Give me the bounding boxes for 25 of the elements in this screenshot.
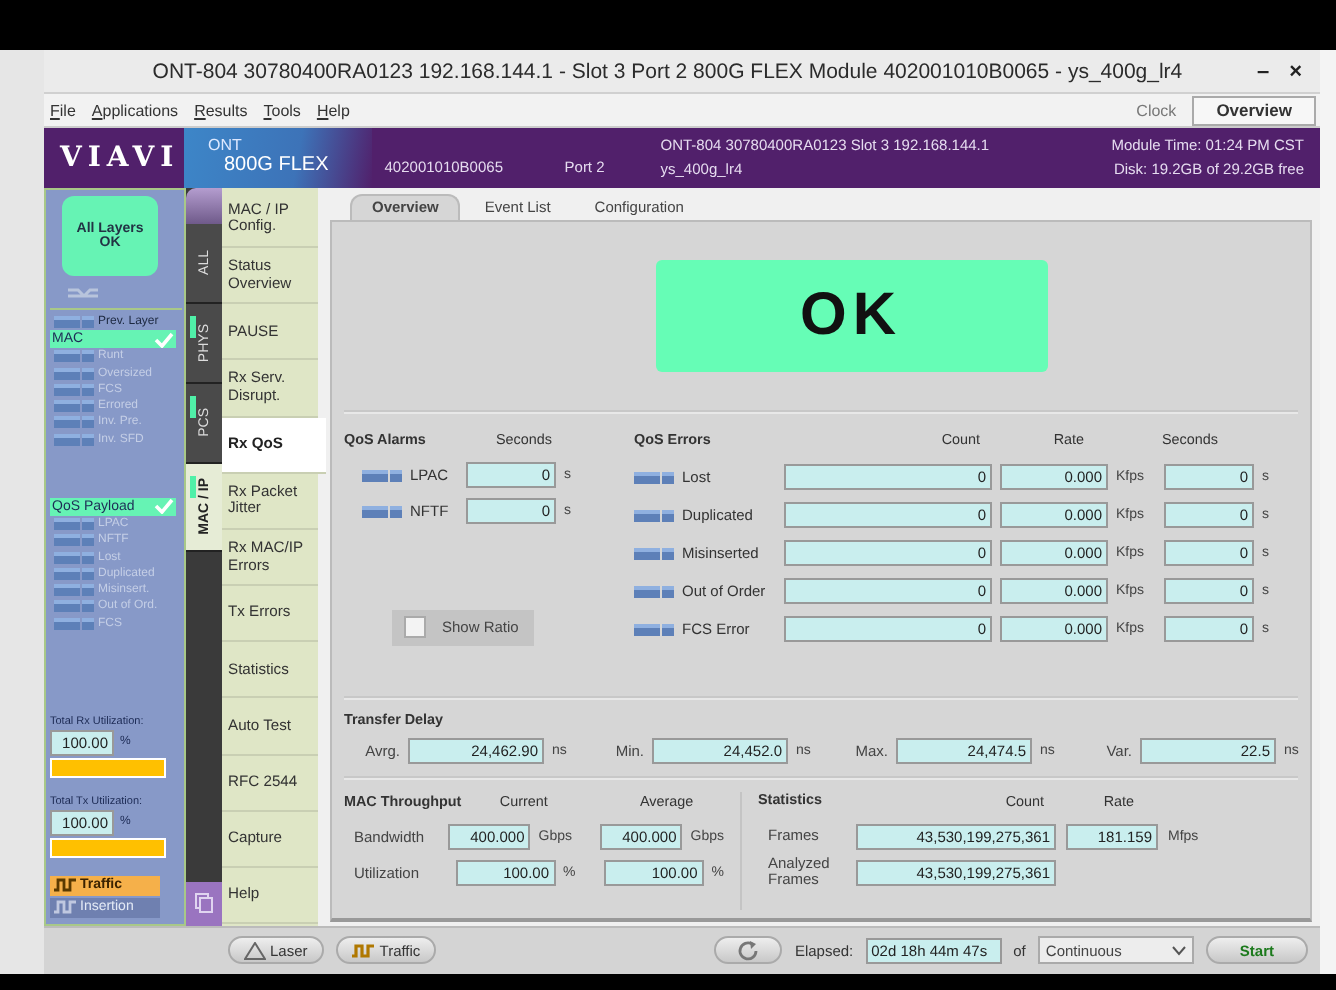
utilization-bar xyxy=(50,837,166,858)
wave-icon xyxy=(54,900,78,915)
menu-item[interactable]: File xyxy=(50,101,76,120)
product-name: 800G FLEX xyxy=(222,154,329,177)
status-banner: OK xyxy=(655,259,1047,372)
window-title: ONT-804 30780400RA0123 192.168.144.1 - Slot 3 Port 2 800G FLEX Module 402001010B0065 - ys_400g_lr4 xyxy=(150,59,1185,84)
menu-item[interactable]: Applications xyxy=(91,101,179,120)
minimize-button[interactable]: – xyxy=(1250,59,1276,84)
clock-label[interactable]: Clock xyxy=(1136,101,1177,120)
caret-icon xyxy=(1171,945,1186,956)
utilization-bar xyxy=(50,757,166,778)
menu-item[interactable]: Tools xyxy=(263,101,301,120)
overview-button[interactable]: Overview xyxy=(1192,95,1316,126)
product-line: ONT xyxy=(208,138,244,155)
restart-button[interactable] xyxy=(714,936,783,965)
tab-strip-cap xyxy=(186,187,222,224)
close-button[interactable]: × xyxy=(1283,59,1308,84)
menu-item[interactable]: Results xyxy=(194,101,248,120)
wave-icon xyxy=(54,878,78,893)
copy-icon xyxy=(186,881,222,926)
logo: VIAVI xyxy=(57,141,182,174)
refresh-icon xyxy=(736,939,761,962)
menu-item[interactable]: Help xyxy=(316,101,350,120)
warning-icon xyxy=(244,941,266,960)
wave-icon xyxy=(351,943,376,958)
